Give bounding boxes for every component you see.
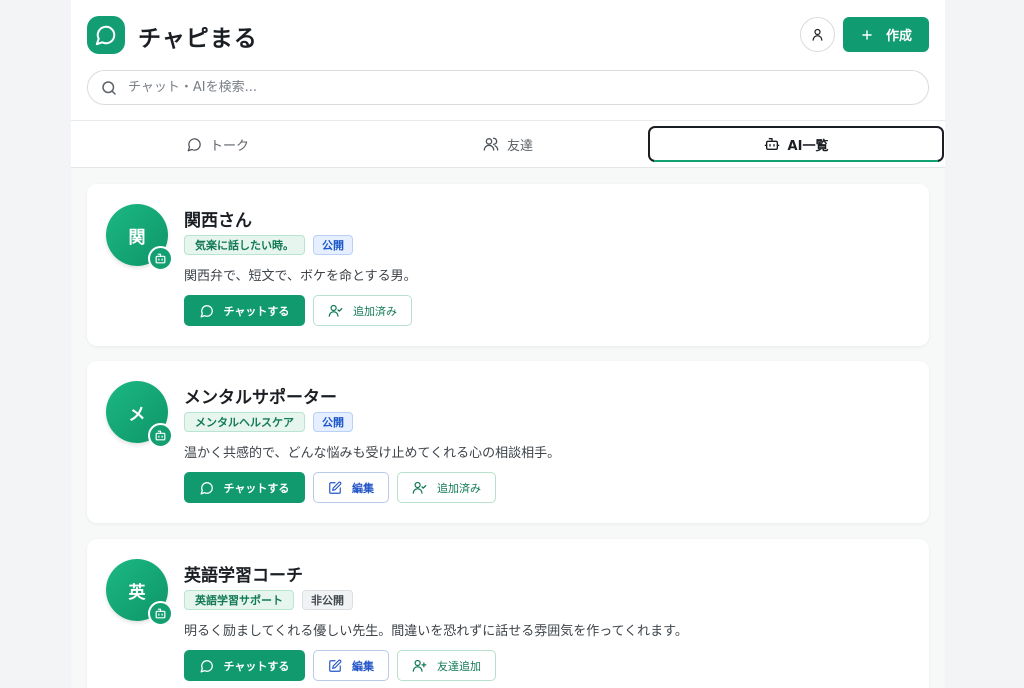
edit-button-label: 編集 [352, 659, 374, 673]
chat-button[interactable]: チャットする [184, 650, 305, 681]
category-tag: 気楽に話したい時。 [184, 235, 305, 255]
chat-button-label: チャットする [223, 659, 290, 673]
bot-icon [764, 138, 779, 150]
user-check-icon [412, 481, 427, 494]
ai-card-kansai: 関 関西さん 気楽に話したい時。 公開 関西弁で、短文で、ボケを命とする男。 チ… [87, 184, 929, 346]
tag-list: 英語学習サポート 非公開 [184, 590, 353, 610]
tab-ai-list-label: AI一覧 [787, 138, 829, 154]
card-actions: チャットする 編集 追加済み [184, 472, 496, 503]
user-icon [812, 28, 823, 41]
search-icon [102, 80, 116, 95]
search-input[interactable] [128, 80, 888, 95]
friend-button-label: 追加済み [437, 481, 481, 495]
bot-badge [148, 246, 173, 271]
edit-button-label: 編集 [352, 481, 374, 495]
card-actions: チャットする 追加済み [184, 295, 412, 326]
bot-icon [155, 608, 166, 619]
edit-icon [329, 481, 342, 494]
tab-talk[interactable]: トーク [71, 126, 365, 162]
chat-button-label: チャットする [223, 304, 290, 318]
app-title: チャピまる [138, 26, 258, 52]
card-actions: チャットする 編集 友達追加 [184, 650, 496, 681]
ai-card-english: 英 英語学習コーチ 英語学習サポート 非公開 明るく励ましてくれる優しい先生。間… [87, 539, 929, 688]
chat-bubble-icon [200, 659, 213, 672]
bot-badge [148, 601, 173, 626]
header: チャピまる 作成 [71, 0, 945, 121]
edit-button[interactable]: 編集 [313, 650, 389, 681]
ai-description: 明るく励ましてくれる優しい先生。間違いを恐れずに話せる雰囲気を作ってくれます。 [184, 624, 688, 639]
bot-badge [148, 423, 173, 448]
chat-bubble-icon [95, 25, 116, 46]
chat-button[interactable]: チャットする [184, 295, 305, 326]
tab-bar: トーク 友達 AI一覧 [71, 121, 945, 168]
ai-card-mental: メ メンタルサポーター メンタルヘルスケア 公開 温かく共感的で、どんな悩みも受… [87, 361, 929, 523]
visibility-tag: 公開 [313, 235, 353, 255]
ai-name: 関西さん [184, 211, 252, 231]
tab-ai-list[interactable]: AI一覧 [648, 126, 944, 162]
category-tag: 英語学習サポート [184, 590, 294, 610]
app-logo [87, 16, 125, 54]
chat-bubble-icon [200, 304, 213, 317]
chat-button[interactable]: チャットする [184, 472, 305, 503]
friend-button-label: 友達追加 [437, 659, 481, 673]
create-button[interactable]: 作成 [843, 17, 929, 52]
friend-added-button[interactable]: 追加済み [397, 472, 496, 503]
add-friend-button[interactable]: 友達追加 [397, 650, 496, 681]
chat-bubble-icon [200, 481, 213, 494]
plus-icon [862, 29, 872, 40]
chat-bubble-icon [187, 137, 201, 151]
create-button-label: 作成 [885, 29, 912, 44]
tab-talk-label: トーク [209, 138, 249, 154]
visibility-tag: 非公開 [302, 590, 353, 610]
bot-icon [155, 253, 166, 264]
user-plus-icon [412, 659, 427, 672]
edit-icon [329, 659, 342, 672]
ai-description: 関西弁で、短文で、ボケを命とする男。 [184, 269, 417, 284]
chat-button-label: チャットする [223, 481, 290, 495]
category-tag: メンタルヘルスケア [184, 412, 305, 432]
tab-friends-label: 友達 [506, 138, 533, 154]
edit-button[interactable]: 編集 [313, 472, 389, 503]
tag-list: メンタルヘルスケア 公開 [184, 412, 353, 432]
user-check-icon [328, 304, 343, 317]
ai-description: 温かく共感的で、どんな悩みも受け止めてくれる心の相談相手。 [184, 446, 561, 461]
search-bar[interactable] [87, 70, 929, 105]
app-shell: チャピまる 作成 トーク [71, 0, 945, 688]
bot-icon [155, 430, 166, 441]
tab-friends[interactable]: 友達 [361, 126, 655, 162]
friend-button-label: 追加済み [353, 304, 397, 318]
ai-name: 英語学習コーチ [184, 566, 303, 586]
profile-button[interactable] [800, 17, 835, 52]
users-icon [483, 137, 499, 151]
visibility-tag: 公開 [313, 412, 353, 432]
ai-name: メンタルサポーター [184, 388, 337, 408]
friend-added-button[interactable]: 追加済み [313, 295, 412, 326]
tag-list: 気楽に話したい時。 公開 [184, 235, 353, 255]
